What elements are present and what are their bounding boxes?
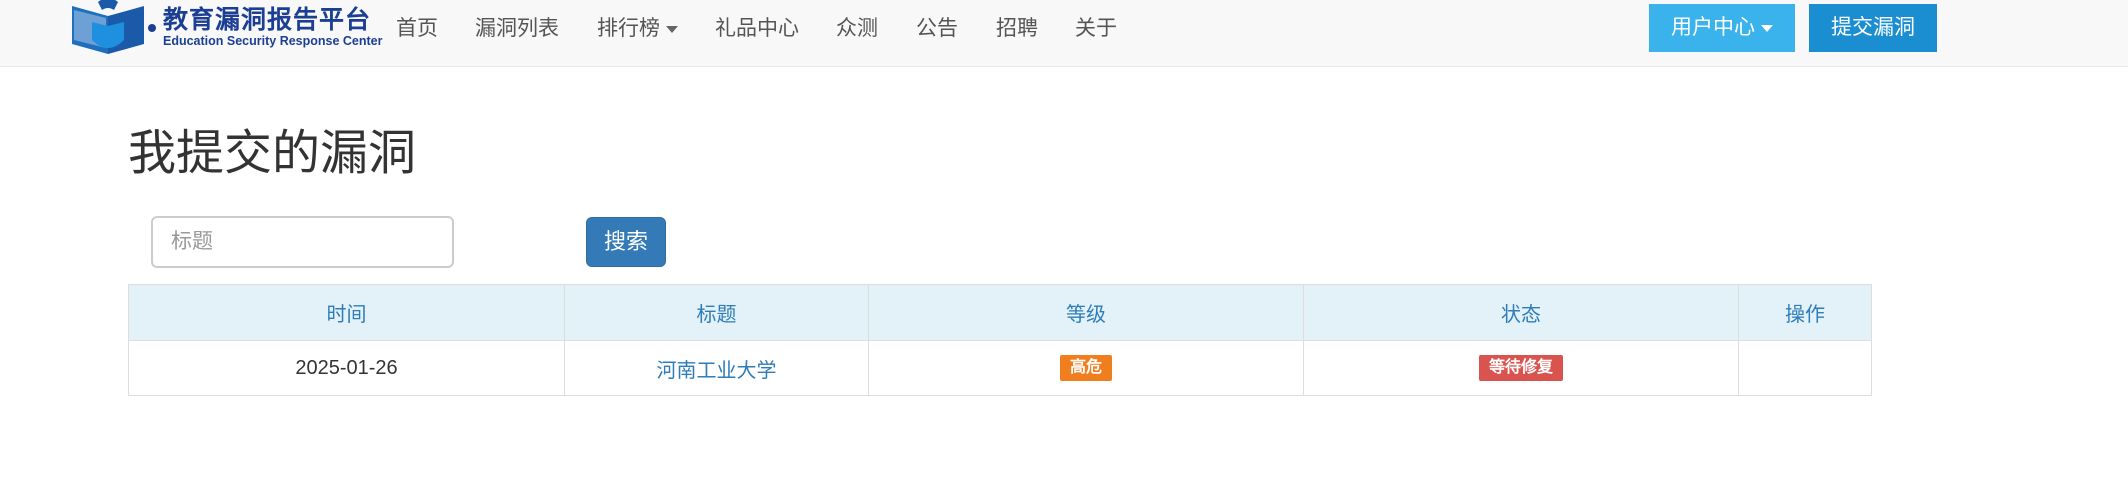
caret-down-icon xyxy=(1761,24,1773,32)
column-header-title: 标题 xyxy=(564,284,869,341)
column-header-time: 时间 xyxy=(128,284,565,341)
user-center-label: 用户中心 xyxy=(1671,16,1755,39)
caret-down-icon xyxy=(666,25,678,33)
user-center-button[interactable]: 用户中心 xyxy=(1649,4,1795,52)
nav-recruitment[interactable]: 招聘 xyxy=(996,0,1038,58)
table-header-row: 时间 标题 等级 状态 操作 xyxy=(128,284,1872,341)
top-navbar: 教育漏洞报告平台 Education Security Response Cen… xyxy=(0,0,2128,67)
nav-ranking-label: 排行榜 xyxy=(597,17,660,40)
nav-ranking[interactable]: 排行榜 xyxy=(597,0,678,58)
logo-english-text: Education Security Response Center xyxy=(163,34,383,48)
logo-chinese-text: 教育漏洞报告平台 xyxy=(163,6,372,34)
nav-gift-center[interactable]: 礼品中心 xyxy=(715,0,799,58)
nav-vuln-list[interactable]: 漏洞列表 xyxy=(475,0,559,58)
cell-level: 高危 xyxy=(868,340,1304,396)
cell-time: 2025-01-26 xyxy=(128,340,565,396)
status-badge: 等待修复 xyxy=(1478,355,1563,381)
column-header-status: 状态 xyxy=(1303,284,1739,341)
level-badge: 高危 xyxy=(1059,355,1112,381)
vuln-table: 时间 标题 等级 状态 操作 2025-01-26 河南工业大学 高危 等待修复 xyxy=(128,284,1872,396)
page-title: 我提交的漏洞 xyxy=(128,127,417,180)
nav-announcements[interactable]: 公告 xyxy=(916,0,958,58)
search-input[interactable] xyxy=(151,216,454,268)
table-row: 2025-01-26 河南工业大学 高危 等待修复 xyxy=(128,340,1872,396)
column-header-action: 操作 xyxy=(1738,284,1872,341)
nav-about[interactable]: 关于 xyxy=(1075,0,1117,58)
nav-home[interactable]: 首页 xyxy=(396,0,438,58)
book-shield-logo-icon xyxy=(72,0,156,54)
cell-title: 河南工业大学 xyxy=(564,340,869,396)
cell-status: 等待修复 xyxy=(1303,340,1739,396)
cell-action xyxy=(1738,340,1872,396)
column-header-level: 等级 xyxy=(868,284,1304,341)
search-button[interactable]: 搜索 xyxy=(586,217,666,267)
vuln-title-link[interactable]: 河南工业大学 xyxy=(657,360,777,382)
nav-crowdtest[interactable]: 众测 xyxy=(836,0,878,58)
submit-vuln-button[interactable]: 提交漏洞 xyxy=(1809,4,1937,52)
site-logo[interactable]: 教育漏洞报告平台 Education Security Response Cen… xyxy=(68,0,383,60)
